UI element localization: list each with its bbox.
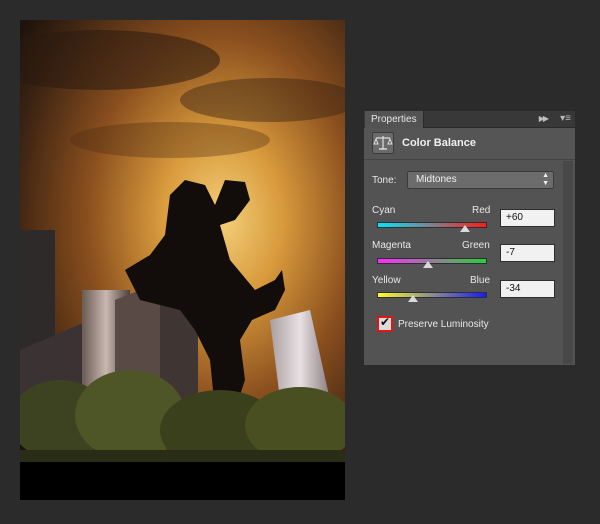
panel-scrollbar[interactable] xyxy=(563,161,573,364)
slider-yellow-label: Yellow xyxy=(372,275,401,286)
dropdown-arrows-icon: ▲ ▼ xyxy=(542,172,549,187)
double-chevron-right-icon[interactable]: ▶▶ xyxy=(539,113,549,125)
tab-properties[interactable]: Properties xyxy=(365,111,424,128)
cyan-red-value-field[interactable]: +60 xyxy=(500,209,555,227)
slider-cyan-label: Cyan xyxy=(372,205,396,216)
panel-tab-bar: Properties ▶▶ ▾≡ xyxy=(364,111,575,128)
yellow-blue-slider-thumb[interactable] xyxy=(408,295,419,302)
slider-green-label: Green xyxy=(462,240,490,251)
preserve-luminosity-label: Preserve Luminosity xyxy=(398,319,489,330)
slider-blue-label: Blue xyxy=(470,275,491,286)
cyan-red-slider-thumb[interactable] xyxy=(460,225,470,232)
checkmark-icon: ✔ xyxy=(380,315,391,329)
tone-label: Tone: xyxy=(372,175,397,186)
cyan-red-slider-track[interactable] xyxy=(377,222,487,228)
panel-menu-icon[interactable]: ▾≡ xyxy=(560,113,571,125)
tone-dropdown[interactable]: Midtones ▲ ▼ xyxy=(407,171,554,189)
photo-image xyxy=(20,20,345,500)
magenta-green-value-field[interactable]: -7 xyxy=(500,244,555,262)
balance-scale-icon xyxy=(372,132,394,154)
slider-red-label: Red xyxy=(472,205,491,216)
adjustment-header: Color Balance xyxy=(364,128,575,160)
preserve-luminosity-checkbox[interactable]: ✔ xyxy=(377,315,393,332)
magenta-green-slider-thumb[interactable] xyxy=(423,261,434,268)
yellow-blue-value-field[interactable]: -34 xyxy=(500,280,555,298)
properties-panel: Properties ▶▶ ▾≡ Color Balance Tone: Mid… xyxy=(363,110,576,366)
adjustment-title: Color Balance xyxy=(402,137,476,149)
document-canvas[interactable] xyxy=(20,20,345,500)
yellow-blue-slider-track[interactable] xyxy=(377,292,487,298)
tone-value: Midtones xyxy=(416,174,457,185)
slider-magenta-label: Magenta xyxy=(372,240,411,251)
